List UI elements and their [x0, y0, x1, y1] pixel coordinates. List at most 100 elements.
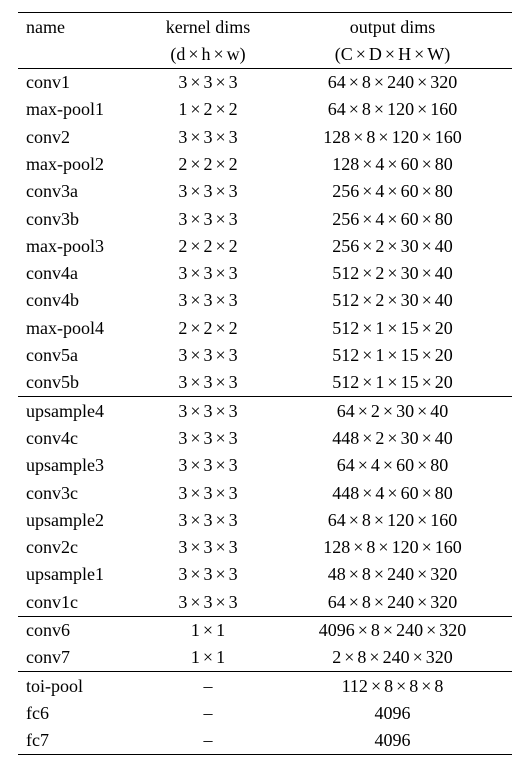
kernel-dims: 1×1 [143, 644, 273, 672]
output-dims: 128×4×60×80 [273, 150, 512, 177]
layer-name: conv4c [18, 424, 143, 451]
kernel-dims: 3×3×3 [143, 561, 273, 588]
kernel-dims: 3×3×3 [143, 534, 273, 561]
kernel-dims: 3×3×3 [143, 123, 273, 150]
output-dims: 256×2×30×40 [273, 232, 512, 259]
output-dims: 4096 [273, 727, 512, 755]
table-row: conv1c3×3×364×8×240×320 [18, 588, 512, 616]
output-dims: 448×4×60×80 [273, 479, 512, 506]
table-row: max-pool22×2×2128×4×60×80 [18, 150, 512, 177]
header-name: name [18, 13, 143, 40]
output-dims: 48×8×240×320 [273, 561, 512, 588]
kernel-dims: 3×3×3 [143, 506, 273, 533]
kernel-dims: 3×3×3 [143, 342, 273, 369]
output-dims: 64×2×30×40 [273, 397, 512, 424]
kernel-dims: – [143, 727, 273, 755]
layer-name: conv2c [18, 534, 143, 561]
table-row: conv2c3×3×3128×8×120×160 [18, 534, 512, 561]
layer-name: max-pool2 [18, 150, 143, 177]
layer-name: max-pool4 [18, 314, 143, 341]
table-row: upsample43×3×364×2×30×40 [18, 397, 512, 424]
layer-name: conv1c [18, 588, 143, 616]
table-row: conv5a3×3×3512×1×15×20 [18, 342, 512, 369]
output-dims: 128×8×120×160 [273, 534, 512, 561]
table-row: upsample23×3×364×8×120×160 [18, 506, 512, 533]
table-row: conv61×14096×8×240×320 [18, 617, 512, 644]
layer-name: max-pool1 [18, 96, 143, 123]
header-row-2: (d×h×w) (C×D×H×W) [18, 40, 512, 68]
table-row: conv71×12×8×240×320 [18, 644, 512, 672]
layer-name: fc6 [18, 699, 143, 726]
table-row: conv13×3×364×8×240×320 [18, 69, 512, 96]
layer-name: toi-pool [18, 672, 143, 699]
layer-name: max-pool3 [18, 232, 143, 259]
table-row: conv3a3×3×3256×4×60×80 [18, 178, 512, 205]
output-dims: 2×8×240×320 [273, 644, 512, 672]
layer-name: conv3a [18, 178, 143, 205]
kernel-dims: 1×1 [143, 617, 273, 644]
output-dims: 64×8×120×160 [273, 96, 512, 123]
kernel-dims: 3×3×3 [143, 205, 273, 232]
output-dims: 512×2×30×40 [273, 260, 512, 287]
output-dims: 4096×8×240×320 [273, 617, 512, 644]
layer-name: upsample3 [18, 452, 143, 479]
table-row: upsample13×3×348×8×240×320 [18, 561, 512, 588]
kernel-dims: – [143, 672, 273, 699]
output-dims: 64×4×60×80 [273, 452, 512, 479]
layer-name: conv5b [18, 369, 143, 397]
table-row: conv23×3×3128×8×120×160 [18, 123, 512, 150]
table-row: max-pool42×2×2512×1×15×20 [18, 314, 512, 341]
output-dims: 256×4×60×80 [273, 178, 512, 205]
layer-name: conv1 [18, 69, 143, 96]
kernel-dims: 3×3×3 [143, 69, 273, 96]
kernel-dims: 3×3×3 [143, 588, 273, 616]
kernel-dims: 2×2×2 [143, 314, 273, 341]
kernel-dims: 3×3×3 [143, 287, 273, 314]
kernel-dims: 3×3×3 [143, 424, 273, 451]
layer-name: conv3c [18, 479, 143, 506]
table-row: conv4c3×3×3448×2×30×40 [18, 424, 512, 451]
kernel-dims: 3×3×3 [143, 260, 273, 287]
arch-table: name kernel dims output dims (d×h×w) (C×… [18, 12, 512, 755]
layer-name: conv4b [18, 287, 143, 314]
layer-name: upsample1 [18, 561, 143, 588]
table-row: max-pool11×2×264×8×120×160 [18, 96, 512, 123]
table-row: conv3b3×3×3256×4×60×80 [18, 205, 512, 232]
layer-name: conv3b [18, 205, 143, 232]
output-dims: 128×8×120×160 [273, 123, 512, 150]
table-row: conv5b3×3×3512×1×15×20 [18, 369, 512, 397]
output-dims: 256×4×60×80 [273, 205, 512, 232]
output-dims: 448×2×30×40 [273, 424, 512, 451]
kernel-dims: 2×2×2 [143, 232, 273, 259]
layer-name: conv4a [18, 260, 143, 287]
layer-name: conv5a [18, 342, 143, 369]
kernel-dims: 3×3×3 [143, 369, 273, 397]
kernel-dims: 3×3×3 [143, 397, 273, 424]
kernel-dims: 3×3×3 [143, 452, 273, 479]
table-row: max-pool32×2×2256×2×30×40 [18, 232, 512, 259]
kernel-dims: 3×3×3 [143, 178, 273, 205]
header-output: output dims [273, 13, 512, 40]
output-dims: 512×1×15×20 [273, 369, 512, 397]
layer-name: conv7 [18, 644, 143, 672]
output-dims: 512×1×15×20 [273, 342, 512, 369]
layer-name: upsample4 [18, 397, 143, 424]
kernel-dims: – [143, 699, 273, 726]
table-row: fc6–4096 [18, 699, 512, 726]
output-dims: 112×8×8×8 [273, 672, 512, 699]
layer-name: fc7 [18, 727, 143, 755]
kernel-dims: 2×2×2 [143, 150, 273, 177]
table-row: toi-pool–112×8×8×8 [18, 672, 512, 699]
table-row: conv4b3×3×3512×2×30×40 [18, 287, 512, 314]
output-dims: 4096 [273, 699, 512, 726]
kernel-dims: 3×3×3 [143, 479, 273, 506]
output-dims: 512×1×15×20 [273, 314, 512, 341]
layer-name: conv6 [18, 617, 143, 644]
output-dims: 512×2×30×40 [273, 287, 512, 314]
table-row: conv3c3×3×3448×4×60×80 [18, 479, 512, 506]
output-dims: 64×8×240×320 [273, 588, 512, 616]
header-row-1: name kernel dims output dims [18, 13, 512, 40]
layer-name: upsample2 [18, 506, 143, 533]
header-kernel-sub: (d×h×w) [143, 40, 273, 68]
kernel-dims: 1×2×2 [143, 96, 273, 123]
